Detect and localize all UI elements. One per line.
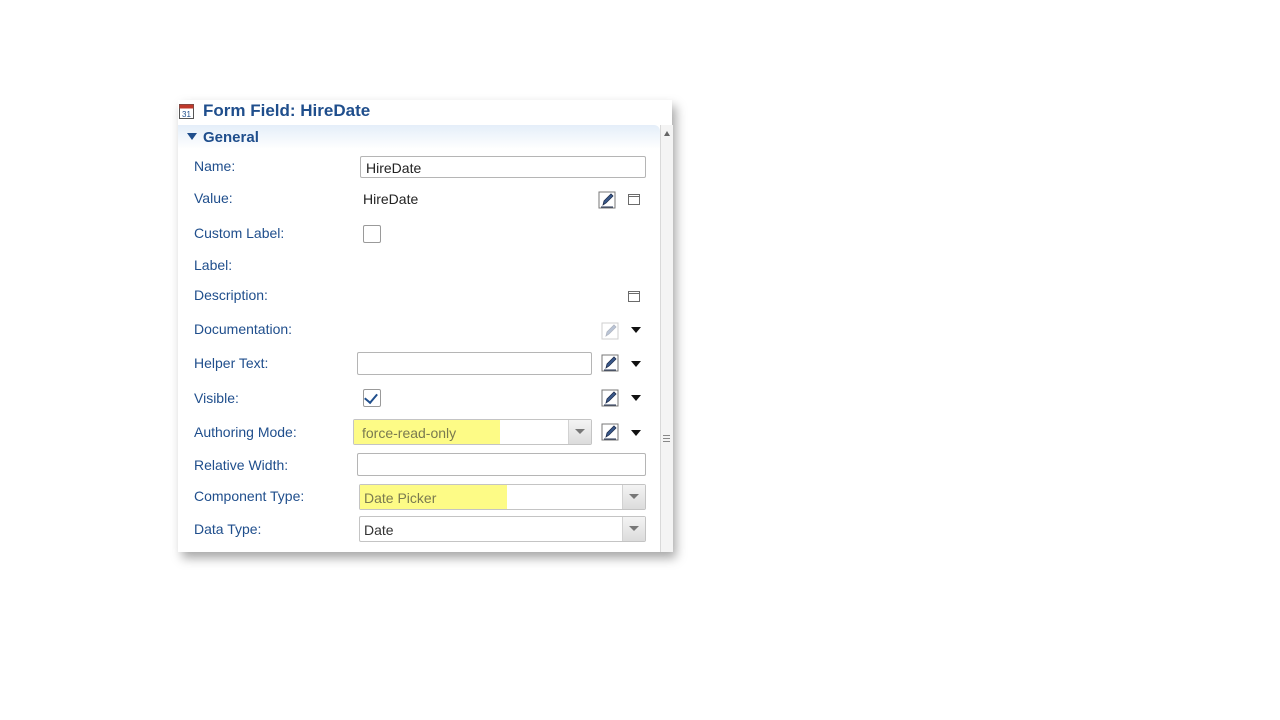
form-field-panel: 31 Form Field: HireDate General Name: Hi… xyxy=(178,100,673,552)
section-title[interactable]: General xyxy=(203,129,259,146)
scroll-grip[interactable] xyxy=(663,435,670,444)
collapse-arrow-icon[interactable] xyxy=(187,133,197,140)
label-label: Label: xyxy=(194,257,233,273)
authoring-mode-select[interactable]: force-read-only xyxy=(353,419,592,445)
documentation-edit-icon xyxy=(601,322,619,340)
authoring-mode-edit-icon[interactable] xyxy=(601,423,619,441)
svg-text:31: 31 xyxy=(182,110,191,119)
authoring-mode-dropdown-button[interactable] xyxy=(568,420,591,444)
custom-label-checkbox[interactable] xyxy=(363,225,381,243)
data-type-dropdown-button[interactable] xyxy=(622,517,645,541)
authoring-mode-dropdown-arrow-icon[interactable] xyxy=(631,430,641,436)
helper-text-dropdown-arrow-icon[interactable] xyxy=(631,361,641,367)
scrollbar[interactable] xyxy=(660,125,673,552)
visible-checkbox[interactable] xyxy=(363,389,381,407)
documentation-label: Documentation: xyxy=(194,321,293,337)
component-type-select[interactable]: Date Picker xyxy=(359,484,646,510)
description-label: Description: xyxy=(194,287,268,303)
name-input[interactable]: HireDate xyxy=(360,156,646,178)
helper-text-label: Helper Text: xyxy=(194,355,269,371)
component-type-dropdown-button[interactable] xyxy=(622,485,645,509)
value-label: Value: xyxy=(194,190,233,206)
custom-label-label: Custom Label: xyxy=(194,225,285,241)
data-type-select[interactable]: Date xyxy=(359,516,646,542)
authoring-mode-value: force-read-only xyxy=(362,425,457,441)
component-type-label: Component Type: xyxy=(194,488,305,504)
data-type-value: Date xyxy=(364,522,394,538)
name-label: Name: xyxy=(194,158,236,174)
helper-text-input[interactable] xyxy=(357,352,592,375)
value-text: HireDate xyxy=(363,191,419,207)
visible-label: Visible: xyxy=(194,390,239,406)
helper-text-edit-icon[interactable] xyxy=(601,354,619,372)
title-bar: 31 Form Field: HireDate xyxy=(178,100,672,124)
scroll-up-icon[interactable] xyxy=(664,131,670,136)
description-window-icon[interactable] xyxy=(628,291,640,302)
value-window-icon[interactable] xyxy=(628,194,640,205)
data-type-label: Data Type: xyxy=(194,521,262,537)
panel-title: Form Field: HireDate xyxy=(203,101,371,120)
visible-edit-icon[interactable] xyxy=(601,389,619,407)
calendar-icon: 31 xyxy=(179,104,194,119)
documentation-dropdown-arrow-icon[interactable] xyxy=(631,327,641,333)
check-icon xyxy=(364,389,378,405)
relative-width-label: Relative Width: xyxy=(194,457,289,473)
value-edit-icon[interactable] xyxy=(598,191,616,209)
relative-width-input[interactable] xyxy=(357,453,646,476)
visible-dropdown-arrow-icon[interactable] xyxy=(631,395,641,401)
component-type-value: Date Picker xyxy=(364,490,437,506)
authoring-mode-label: Authoring Mode: xyxy=(194,424,297,440)
